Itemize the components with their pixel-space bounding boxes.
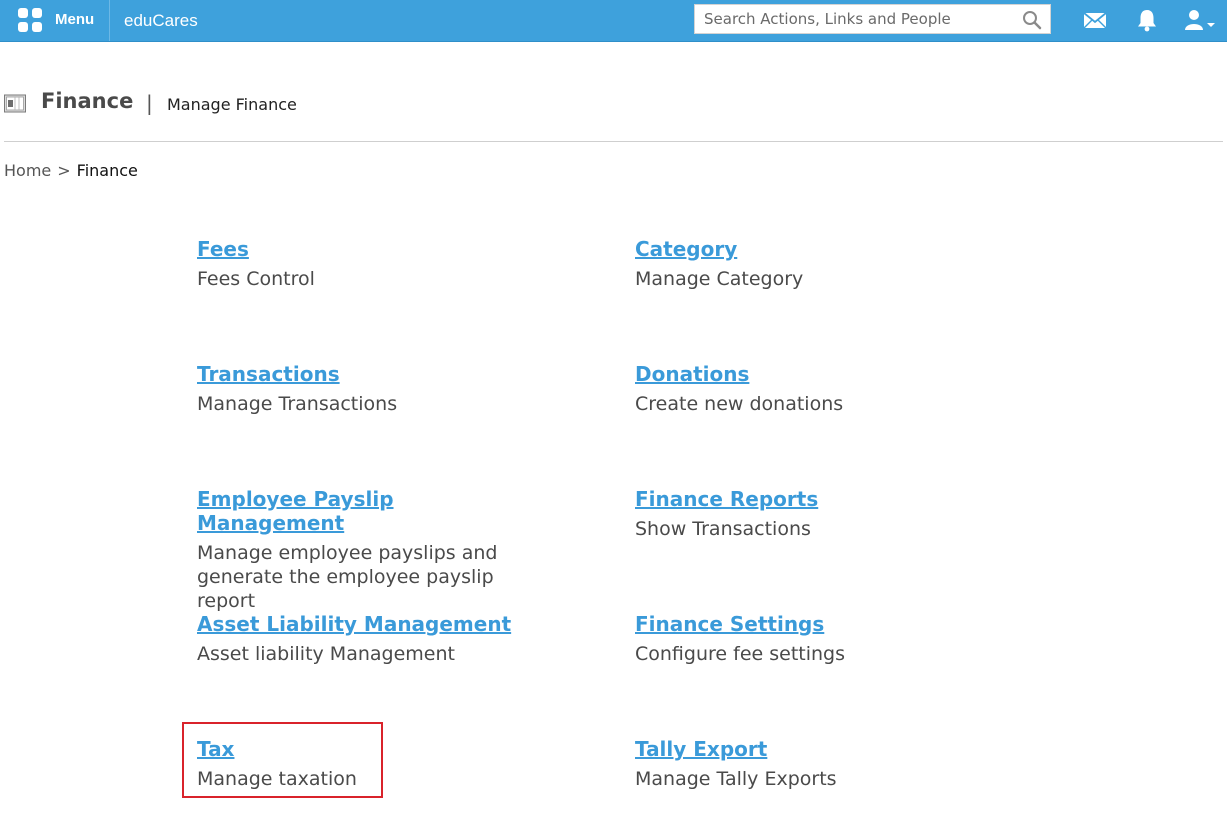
module-transactions: Transactions Manage Transactions (197, 362, 527, 416)
module-category-link[interactable]: Category (635, 237, 965, 261)
module-tax: Tax Manage taxation (197, 737, 527, 791)
module-fees-description: Fees Control (197, 268, 315, 290)
module-finance-reports-description: Show Transactions (635, 518, 811, 540)
module-employee-payslip-description: Manage employee payslips and generate th… (197, 542, 498, 612)
module-transactions-link[interactable]: Transactions (197, 362, 527, 386)
module-tally-export-description: Manage Tally Exports (635, 768, 837, 790)
module-asset-liability-link[interactable]: Asset Liability Management (197, 612, 557, 636)
module-category: Category Manage Category (635, 237, 965, 291)
search-icon[interactable] (1022, 10, 1042, 30)
menu-button[interactable]: Menu (4, 0, 110, 41)
module-asset-liability: Asset Liability Management Asset liabili… (197, 612, 557, 666)
finance-icon (4, 94, 26, 113)
user-icon[interactable] (1183, 8, 1217, 32)
page-title: Finance (41, 89, 134, 113)
search-box (694, 4, 1051, 34)
module-fees-link[interactable]: Fees (197, 237, 527, 261)
module-finance-settings-link[interactable]: Finance Settings (635, 612, 965, 636)
module-tally-export-link[interactable]: Tally Export (635, 737, 965, 761)
module-tally-export: Tally Export Manage Tally Exports (635, 737, 965, 791)
breadcrumb-home-link[interactable]: Home (4, 161, 51, 180)
module-donations: Donations Create new donations (635, 362, 965, 416)
module-asset-liability-description: Asset liability Management (197, 643, 455, 665)
module-tax-link[interactable]: Tax (197, 737, 527, 761)
menu-grid-icon (18, 8, 42, 32)
module-finance-settings-description: Configure fee settings (635, 643, 846, 665)
brand-name[interactable]: eduCares (124, 11, 198, 31)
breadcrumb-current: Finance (76, 161, 138, 180)
module-employee-payslip-link[interactable]: Employee Payslip Management (197, 487, 517, 535)
bell-icon[interactable] (1136, 8, 1158, 32)
page-subtitle: Manage Finance (167, 95, 297, 114)
breadcrumb-separator: > (57, 161, 71, 180)
module-tax-description: Manage taxation (197, 768, 357, 790)
menu-label: Menu (55, 11, 95, 28)
module-employee-payslip: Employee Payslip Management Manage emplo… (197, 487, 517, 613)
module-finance-settings: Finance Settings Configure fee settings (635, 612, 965, 666)
top-navigation-bar: Menu eduCares (0, 0, 1227, 42)
module-category-description: Manage Category (635, 268, 804, 290)
search-input[interactable] (695, 5, 1024, 33)
header-divider (4, 141, 1223, 142)
breadcrumb: Home > Finance (4, 161, 138, 180)
module-finance-reports-link[interactable]: Finance Reports (635, 487, 965, 511)
module-donations-description: Create new donations (635, 393, 844, 415)
module-fees: Fees Fees Control (197, 237, 527, 291)
mail-icon[interactable] (1083, 8, 1107, 32)
module-donations-link[interactable]: Donations (635, 362, 965, 386)
module-transactions-description: Manage Transactions (197, 393, 398, 415)
title-separator: | (146, 91, 153, 115)
module-finance-reports: Finance Reports Show Transactions (635, 487, 965, 541)
